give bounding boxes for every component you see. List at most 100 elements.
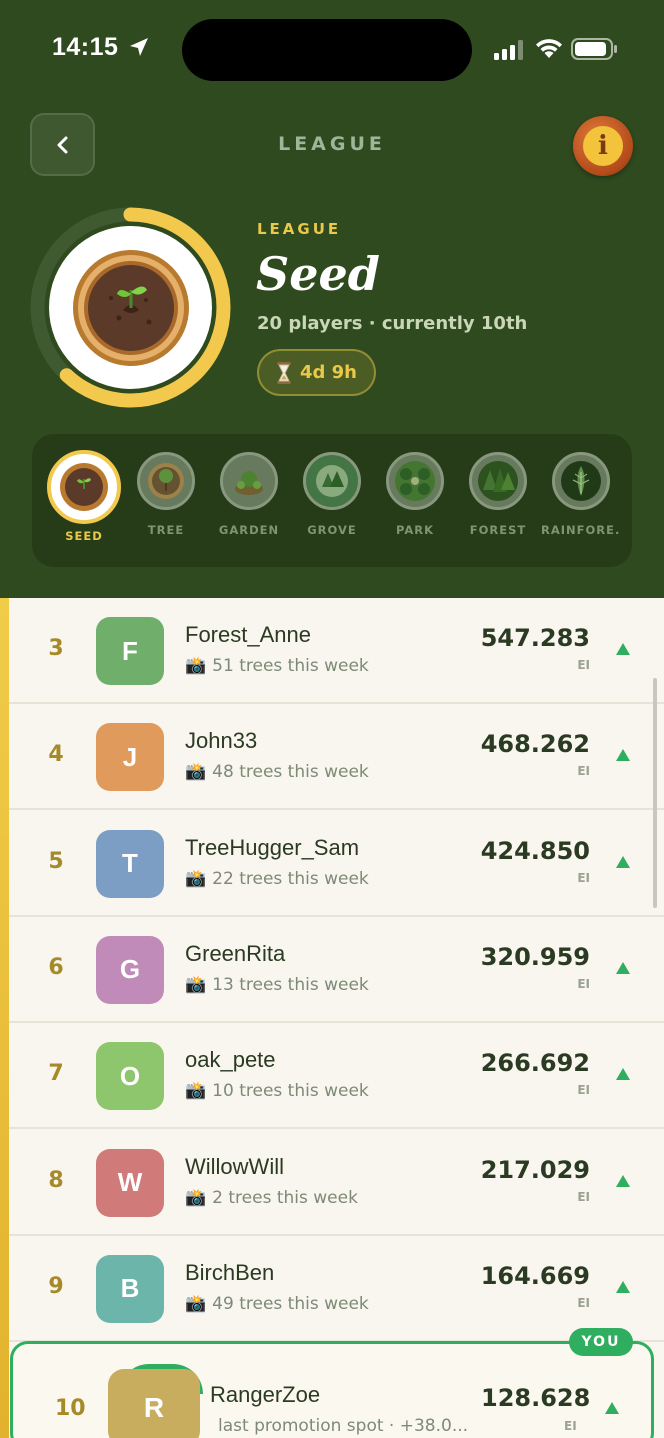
- tier-rainforest[interactable]: RAINFORE...: [541, 452, 621, 537]
- trees-count: 📸 51 trees this week: [185, 656, 369, 676]
- trees-text: 51 trees this week: [212, 656, 369, 676]
- player-name: TreeHugger_Sam: [185, 834, 360, 860]
- status-time: 14:15: [52, 33, 119, 61]
- avatar: B: [96, 1254, 164, 1323]
- trees-text: 2 trees this week: [212, 1187, 358, 1208]
- row-rank: 5: [48, 848, 64, 874]
- player-score: 547.283: [480, 624, 590, 652]
- seed-pot-icon: [72, 249, 189, 366]
- info-icon: i: [583, 126, 623, 166]
- score-unit: EI: [577, 1083, 590, 1098]
- camera-icon: 📸: [185, 1187, 207, 1208]
- row-rank: 6: [48, 954, 64, 980]
- player-name: WillowWill: [185, 1153, 284, 1179]
- player-name: oak_pete: [185, 1047, 276, 1073]
- tier-seed[interactable]: SEED: [44, 450, 124, 543]
- leaderboard-row[interactable]: 7 Ooak_pete 📸 10 trees this week 266.692 EI: [9, 1023, 664, 1130]
- avatar: J: [96, 723, 164, 792]
- trees-count: 📸 10 trees this week: [185, 1081, 369, 1101]
- rainforest-tier-icon: [552, 452, 610, 510]
- avatar: G: [96, 935, 164, 1004]
- trees-text: 10 trees this week: [212, 1081, 369, 1102]
- location-arrow-icon: [130, 38, 148, 56]
- leaderboard-row[interactable]: 6 G GreenRita 📸 13 trees this week 320.959 EI: [9, 917, 664, 1023]
- tier-forest[interactable]: FOREST: [458, 452, 538, 537]
- trees-text: 48 trees this week: [212, 762, 369, 783]
- score-unit: EI: [577, 976, 590, 991]
- row-rank: 3: [48, 636, 64, 661]
- avatar: T: [96, 829, 164, 898]
- leaderboard-row[interactable]: 9 B BirchBen 📸 49 trees this week 164.669 EI: [9, 1236, 664, 1342]
- trees-count: 📸 22 trees this week: [185, 869, 369, 889]
- you-rank: 10: [55, 1396, 86, 1421]
- leaderboard-list[interactable]: 3 F Forest_Anne 📸 51 trees this week 547.283 E…: [0, 598, 664, 1438]
- hourglass-icon: [276, 361, 291, 384]
- score-unit: EI: [577, 1189, 590, 1204]
- player-name: Forest_Anne: [185, 622, 311, 647]
- player-score: 164.669: [480, 1261, 590, 1290]
- league-name: Seed: [256, 247, 380, 301]
- trend-up-icon: [616, 855, 630, 868]
- you-name: RangerZoe: [210, 1382, 321, 1407]
- trees-count: 📸 49 trees this week: [185, 1294, 369, 1314]
- leaderboard-row[interactable]: 3 F Forest_Anne 📸 51 trees this week 547.283 E…: [9, 598, 664, 704]
- tier-garden[interactable]: GARDEN: [209, 452, 289, 537]
- grove-tier-icon: [303, 452, 361, 510]
- tier-tree[interactable]: TREE: [126, 452, 206, 537]
- scrollbar[interactable]: [653, 678, 657, 908]
- tier-label: SEED: [65, 529, 103, 543]
- league-badge: [49, 226, 212, 389]
- trees-text: 13 trees this week: [212, 974, 369, 995]
- player-score: 266.692: [480, 1049, 590, 1078]
- you-subtitle: last promotion spot · +38.0...: [218, 1416, 468, 1436]
- trend-up-icon: [616, 1174, 630, 1187]
- park-tier-icon: [386, 452, 444, 510]
- player-score: 320.959: [480, 942, 590, 971]
- score-unit: EI: [577, 1295, 590, 1310]
- camera-icon: 📸: [185, 656, 207, 676]
- page-title: LEAGUE: [278, 133, 386, 155]
- avatar: W: [96, 1148, 164, 1217]
- leaderboard-row[interactable]: 4 J John33 📸 48 trees this week 468.262 EI: [9, 704, 664, 811]
- player-score: 424.850: [480, 836, 590, 865]
- row-rank: 8: [48, 1167, 64, 1193]
- camera-icon: 📸: [185, 1293, 207, 1314]
- seed-tier-icon: [47, 450, 121, 524]
- status-bar: 14:15: [0, 0, 664, 100]
- trend-up-icon: [605, 1402, 619, 1414]
- tier-label: RAINFORE...: [541, 523, 621, 537]
- row-rank: 9: [48, 1273, 64, 1299]
- forest-tier-icon: [469, 452, 527, 510]
- info-button[interactable]: i: [573, 116, 633, 176]
- score-unit: EI: [577, 658, 590, 672]
- player-name: BirchBen: [185, 1259, 275, 1285]
- avatar: O: [96, 1042, 164, 1111]
- trend-up-icon: [616, 961, 630, 974]
- trees-count: 📸 2 trees this week: [185, 1188, 358, 1208]
- you-row[interactable]: YOU 10 R RangerZoe last promotion spot ·…: [10, 1328, 654, 1438]
- you-avatar: R: [108, 1369, 200, 1438]
- tier-grove[interactable]: GROVE: [292, 452, 372, 537]
- tier-park[interactable]: PARK: [375, 452, 455, 537]
- tier-label: GARDEN: [218, 523, 280, 537]
- tier-label: TREE: [147, 523, 185, 537]
- score-unit: EI: [577, 870, 590, 885]
- trend-up-icon: [616, 1280, 630, 1293]
- tier-label: PARK: [395, 523, 435, 537]
- player-name: GreenRita: [185, 940, 286, 966]
- you-badge: YOU: [569, 1328, 633, 1356]
- camera-icon: 📸: [185, 974, 207, 995]
- trend-up-icon: [616, 1068, 630, 1081]
- row-rank: 7: [48, 1061, 64, 1087]
- leaderboard-row[interactable]: 8 W WillowWill 📸 2 trees this week 217.029 EI: [9, 1130, 664, 1236]
- dynamic-island: [182, 19, 472, 81]
- player-score: 468.262: [480, 730, 590, 759]
- league-subtitle: 20 players · currently 10th: [257, 313, 528, 334]
- leaderboard-row[interactable]: 5 T TreeHugger_Sam 📸 22 trees this week 424.8…: [9, 811, 664, 917]
- league-timer: 4d 9h: [257, 349, 376, 396]
- promotion-zone-bar: [0, 598, 9, 1438]
- player-name: John33: [185, 728, 258, 754]
- player-score: 217.029: [480, 1155, 590, 1184]
- tier-strip: SEED TREE GARDEN GROVE PARK FOREST RAINF…: [32, 434, 632, 567]
- trees-text: 22 trees this week: [212, 868, 369, 889]
